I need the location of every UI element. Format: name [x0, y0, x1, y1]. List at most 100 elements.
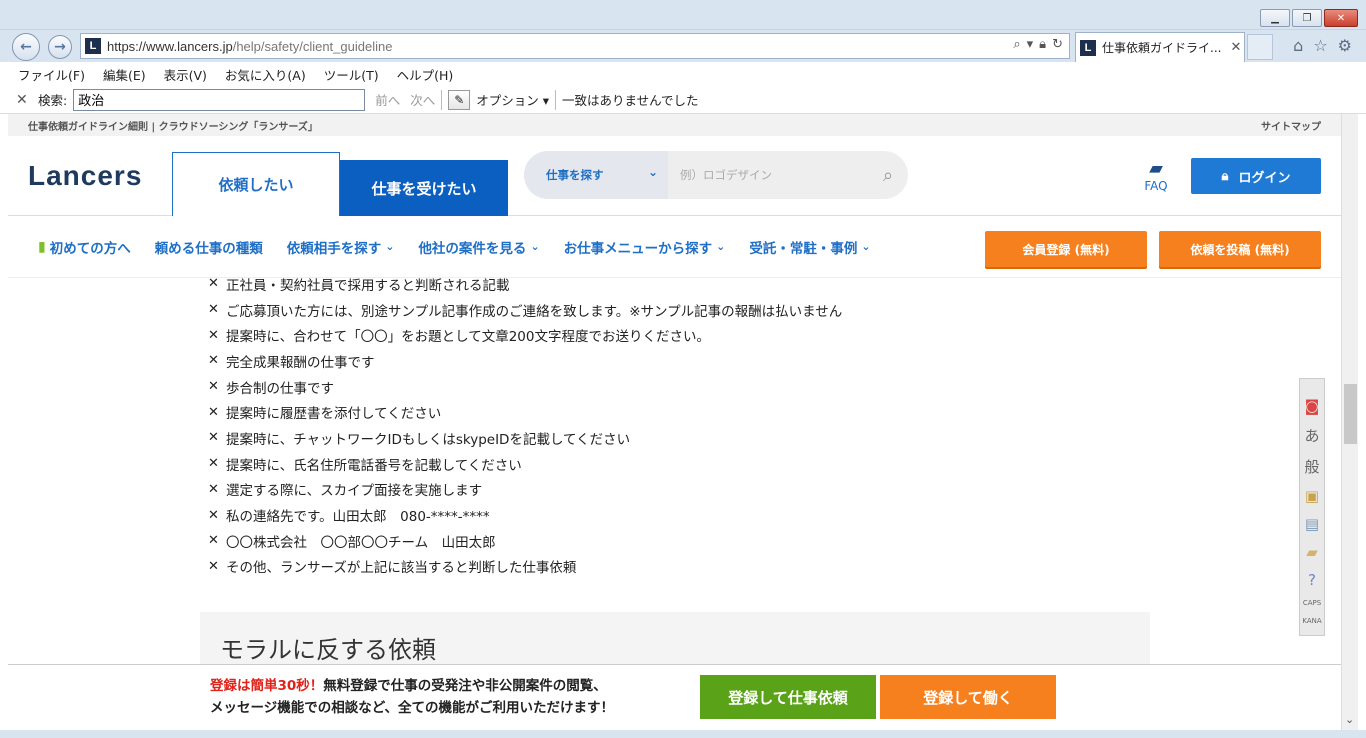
nav-find-partner[interactable]: 依頼相手を探す ⌄ [287, 237, 395, 257]
breadcrumb-title: 仕事依頼ガイドライン細則 | クラウドソーシング「ランサーズ」 [28, 121, 318, 133]
new-tab-button[interactable] [1247, 34, 1273, 60]
menu-favorites[interactable]: お気に入り(A) [225, 65, 306, 84]
signup-banner: 登録は簡単30秒！無料登録で仕事の受発注や非公開案件の閲覧、 メッセージ機能での… [8, 664, 1341, 730]
ime-kana-label: KANA [1302, 617, 1322, 625]
dropdown-arrow-icon[interactable]: ▾ [1027, 37, 1034, 52]
find-bar: ✕ 検索: 前へ 次へ ✎ オプション ▾ 一致はありませんでした [0, 86, 1366, 114]
divider [555, 89, 557, 110]
register-client-button[interactable]: 登録して仕事依頼 [700, 675, 876, 719]
menu-edit[interactable]: 編集(E) [103, 65, 146, 84]
menu-view[interactable]: 表示(V) [164, 65, 207, 84]
nav-job-types[interactable]: 頼める仕事の種類 [155, 237, 263, 257]
faq-link[interactable]: ▰ FAQ [1136, 158, 1176, 193]
list-item: ✕ 正社員・契約社員で採用すると判断される記載 [208, 276, 510, 294]
search-icon[interactable]: ⌕ [868, 165, 908, 186]
search-input[interactable]: 例）ロゴデザイン [668, 151, 868, 199]
chevron-down-icon: ⌄ [385, 240, 395, 253]
navigation-row: ← → L https://www.lancers.jp/help/safety… [0, 30, 1366, 62]
nav-beginners[interactable]: ▮ 初めての方へ [38, 237, 131, 257]
nav-other-projects[interactable]: 他社の案件を見る ⌄ [418, 237, 539, 257]
list-item: ✕ 歩合制の仕事です [208, 379, 334, 397]
close-find-icon[interactable]: ✕ [16, 92, 30, 108]
maximize-button[interactable]: ❐ [1292, 9, 1322, 27]
find-next-button[interactable]: 次へ [410, 90, 435, 109]
ime-dictionary-icon[interactable]: ▣ [1305, 487, 1319, 505]
lock-icon: 🔒︎ [1221, 168, 1229, 184]
section-heading-box: モラルに反する依頼 [200, 612, 1150, 672]
home-icon[interactable]: ⌂ [1293, 36, 1303, 55]
login-button[interactable]: 🔒︎ ログイン [1191, 158, 1321, 194]
divider [441, 89, 443, 110]
list-item: ✕ 選定する際に、スカイプ面接を実施します [208, 481, 483, 500]
cross-icon: ✕ [208, 302, 219, 318]
cross-icon: ✕ [208, 507, 219, 523]
address-bar[interactable]: L https://www.lancers.jp/help/safety/cli… [80, 33, 1070, 59]
list-item: ✕ 提案時に履歴書を添付してください [208, 404, 442, 423]
cross-icon: ✕ [208, 276, 219, 292]
favorites-star-icon[interactable]: ☆ [1313, 36, 1327, 55]
url-text[interactable]: https://www.lancers.jp/help/safety/clien… [107, 39, 392, 54]
lock-icon[interactable]: 🔒︎ [1039, 37, 1046, 52]
refresh-icon[interactable]: ↻ [1052, 37, 1063, 52]
ime-kana[interactable]: あ [1304, 425, 1319, 446]
cross-icon: ✕ [208, 456, 219, 472]
ime-toolbar: ◙ あ 般 ▣ ▤ ▰ ? CAPS KANA [1299, 378, 1325, 636]
chevron-down-icon: ⌄ [716, 240, 726, 253]
list-item: ✕ その他、ランサーズが上記に該当すると判断した仕事依頼 [208, 558, 577, 577]
close-tab-icon[interactable]: ✕ [1228, 40, 1244, 55]
lancers-logo[interactable]: Lancers [28, 160, 142, 192]
back-button[interactable]: ← [12, 33, 40, 61]
find-status: 一致はありませんでした [562, 93, 699, 108]
cross-icon: ✕ [208, 558, 219, 574]
list-item: ✕ 私の連絡先です。山田太郎 080-****-**** [208, 507, 490, 526]
minimize-button[interactable]: ▁ [1260, 9, 1290, 27]
pencil-icon[interactable]: ✎ [448, 89, 471, 110]
ime-eraser-icon[interactable]: ▰ [1306, 543, 1318, 561]
register-free-button[interactable]: 会員登録 (無料) [985, 231, 1147, 267]
search-category-select[interactable]: 仕事を探す ⌄ [524, 151, 668, 199]
site-favicon-icon: L [85, 38, 101, 54]
menu-file[interactable]: ファイル(F) [18, 65, 85, 84]
cross-icon: ✕ [208, 404, 219, 420]
window-titlebar: ▁ ❐ ✕ [0, 0, 1366, 30]
cross-icon: ✕ [208, 327, 219, 343]
ime-caps-label: CAPS [1302, 599, 1322, 607]
register-worker-button[interactable]: 登録して働く [880, 675, 1056, 719]
chat-bubbles-icon: ▰ [1149, 158, 1163, 179]
banner-text: 登録は簡単30秒！無料登録で仕事の受発注や非公開案件の閲覧、 メッセージ機能での… [210, 678, 615, 716]
search-icon[interactable]: ⌕ [1013, 37, 1020, 52]
sitemap-link[interactable]: サイトマップ [1261, 118, 1321, 133]
chevron-down-icon: ⌄ [861, 240, 871, 253]
menu-help[interactable]: ヘルプ(H) [397, 65, 454, 84]
site-search: 仕事を探す ⌄ 例）ロゴデザイン ⌕ [524, 151, 908, 199]
forward-button[interactable]: → [48, 35, 72, 59]
global-nav: ▮ 初めての方へ 頼める仕事の種類 依頼相手を探す ⌄ 他社の案件を見る ⌄ お… [8, 216, 1341, 278]
menu-tools[interactable]: ツール(T) [324, 65, 379, 84]
ime-tool-icon[interactable]: ▤ [1305, 515, 1319, 533]
scroll-down-icon[interactable]: ⌄ [1345, 713, 1354, 726]
vertical-scrollbar[interactable]: ⌄ [1341, 114, 1358, 730]
ime-help-icon[interactable]: ? [1308, 571, 1316, 589]
tab-worker[interactable]: 仕事を受けたい [340, 160, 508, 216]
tab-title: 仕事依頼ガイドライ... [1102, 41, 1222, 55]
find-prev-button[interactable]: 前へ [375, 90, 400, 109]
chevron-down-icon: ⌄ [647, 165, 658, 179]
settings-gear-icon[interactable]: ⚙ [1338, 36, 1352, 55]
browser-tab[interactable]: L 仕事依頼ガイドライ... ✕ [1075, 32, 1245, 62]
back-arrow-icon: ← [20, 39, 32, 55]
ime-mode-icon[interactable]: ◙ [1305, 397, 1320, 415]
find-input[interactable] [73, 88, 366, 111]
find-options-button[interactable]: オプション ▾ [476, 90, 549, 109]
forward-arrow-icon: → [54, 39, 66, 55]
nav-contract-cases[interactable]: 受託・常駐・事例 ⌄ [749, 237, 870, 257]
cross-icon: ✕ [208, 353, 219, 369]
nav-job-menu[interactable]: お仕事メニューから探す ⌄ [564, 237, 726, 257]
tab-client[interactable]: 依頼したい [172, 152, 340, 216]
scrollbar-thumb[interactable] [1344, 384, 1357, 444]
find-label: 検索: [38, 93, 68, 108]
ime-conversion-mode[interactable]: 般 [1304, 456, 1319, 477]
close-window-button[interactable]: ✕ [1324, 9, 1358, 27]
window-bottom-border [0, 730, 1366, 738]
post-job-free-button[interactable]: 依頼を投稿 (無料) [1159, 231, 1321, 267]
guideline-list: ✕ 正社員・契約社員で採用すると判断される記載 ✕ ご応募頂いた方には、別途サンプル… [208, 276, 1148, 579]
